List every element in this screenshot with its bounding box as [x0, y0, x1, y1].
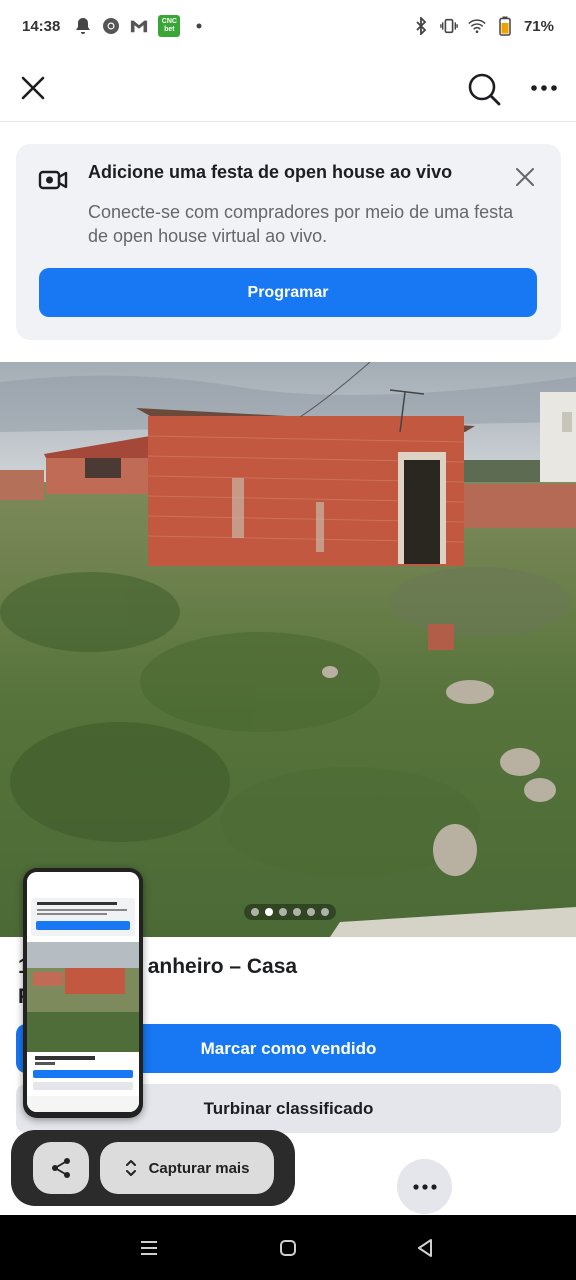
- search-icon[interactable]: [466, 71, 502, 107]
- nav-divider: [0, 121, 576, 122]
- close-icon[interactable]: [18, 73, 48, 103]
- status-bar: 14:38 CNC bet 71%: [0, 0, 576, 52]
- close-icon[interactable]: [514, 166, 536, 188]
- pager-dot: [307, 908, 315, 916]
- notification-bell-icon: [74, 17, 92, 35]
- pager-dot: [251, 908, 259, 916]
- gmail-icon: [130, 17, 148, 35]
- listing-photo[interactable]: [0, 362, 576, 937]
- home-icon[interactable]: [278, 1238, 298, 1258]
- open-house-title: Adicione uma festa de open house ao vivo: [88, 162, 453, 182]
- screenshot-preview-content: [27, 872, 139, 1112]
- schedule-button[interactable]: Programar: [39, 268, 537, 317]
- capture-more-label: Capturar mais: [148, 1159, 250, 1177]
- top-nav: [0, 58, 576, 120]
- cnc-label: CNC: [161, 18, 177, 25]
- status-right: 71%: [412, 16, 554, 36]
- status-left: 14:38 CNC bet: [22, 15, 208, 37]
- status-time: 14:38: [22, 17, 61, 35]
- listing-title-end: anheiro – Casa: [147, 955, 298, 978]
- more-icon[interactable]: [526, 73, 562, 103]
- pager-dot: [293, 908, 301, 916]
- more-options-button[interactable]: [397, 1159, 452, 1214]
- back-icon[interactable]: [414, 1237, 436, 1259]
- expand-vertical-icon: [125, 1160, 136, 1176]
- cncbet-app-icon: CNC bet: [158, 15, 181, 37]
- screenshot-preview[interactable]: [23, 868, 143, 1118]
- more-icon: [412, 1183, 437, 1190]
- capture-more-button[interactable]: Capturar mais: [100, 1142, 274, 1194]
- pager-dot: [279, 908, 287, 916]
- battery-icon: [496, 16, 514, 36]
- bluetooth-icon: [412, 17, 430, 35]
- share-button[interactable]: [33, 1142, 89, 1194]
- recents-icon[interactable]: [138, 1239, 160, 1257]
- open-house-card: Adicione uma festa de open house ao vivo…: [16, 144, 561, 340]
- capture-toolbar: Capturar mais: [11, 1130, 295, 1206]
- wifi-icon: [468, 17, 486, 35]
- chrome-icon: [102, 17, 120, 35]
- live-video-icon: [38, 166, 68, 194]
- vibrate-icon: [440, 17, 458, 35]
- dot-icon: [190, 17, 208, 35]
- pager-dot: [265, 908, 273, 916]
- share-icon: [52, 1158, 70, 1178]
- photo-pager: [244, 904, 336, 920]
- android-nav-bar: [0, 1215, 576, 1280]
- bet-label: bet: [164, 26, 175, 33]
- battery-percent: 71%: [523, 17, 554, 35]
- pager-dot: [321, 908, 329, 916]
- open-house-description: Conecte-se com compradores por meio de u…: [88, 202, 514, 246]
